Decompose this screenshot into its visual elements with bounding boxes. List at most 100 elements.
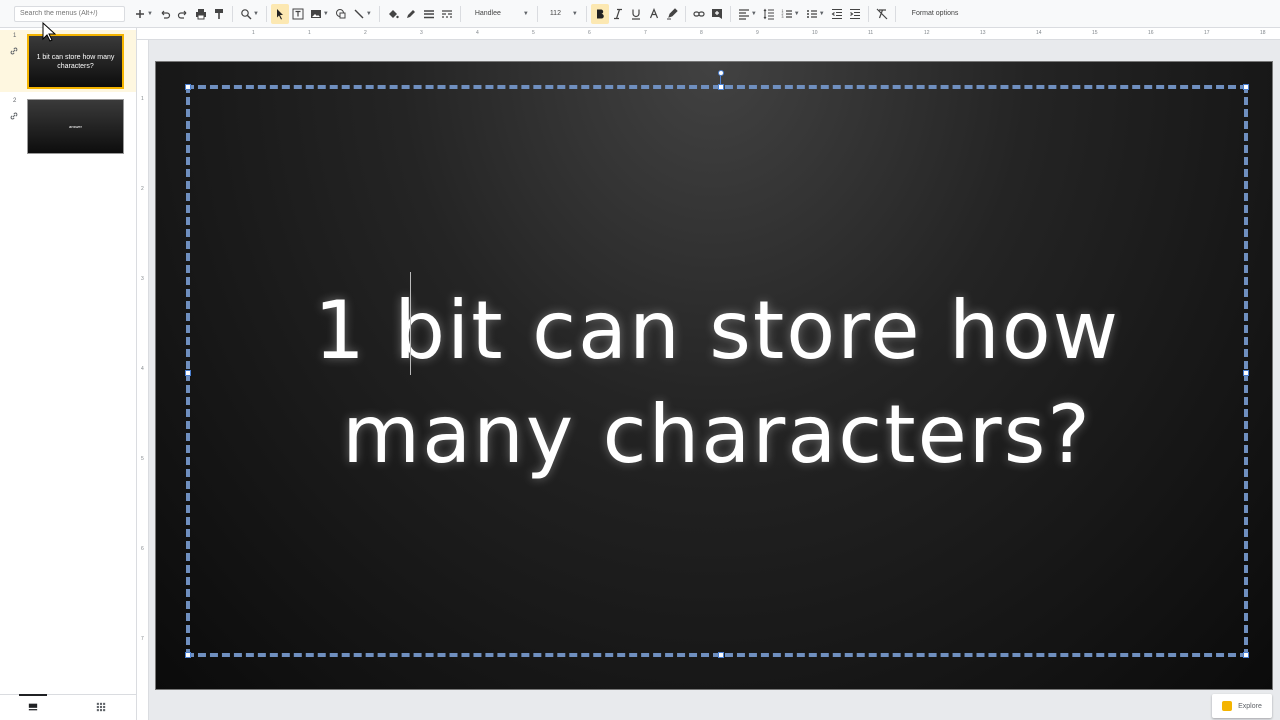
chevron-down-icon: ▼ [818, 10, 825, 17]
ruler-tick-label: 3 [141, 276, 144, 282]
ruler-tick-label: 1 [252, 30, 255, 36]
decrease-indent-icon [831, 8, 842, 19]
ruler-tick-label: 12 [924, 30, 930, 36]
resize-handle-bottom-left[interactable] [185, 652, 191, 658]
decrease-indent-button[interactable] [828, 4, 846, 24]
bulleted-list-button[interactable]: ▼ [803, 4, 828, 24]
increase-indent-button[interactable] [846, 4, 864, 24]
slide-thumbnail-2[interactable]: 2 answer [0, 95, 136, 157]
slide-canvas-area: 112345678910111213141516171819 1234567 1… [137, 28, 1280, 720]
text-box-button[interactable] [289, 4, 307, 24]
explore-button[interactable]: Explore [1212, 694, 1272, 718]
border-weight-icon [423, 9, 434, 18]
resize-handle-bottom-right[interactable] [1243, 652, 1249, 658]
paint-roller-icon [214, 8, 223, 19]
highlight-color-button[interactable] [663, 4, 681, 24]
svg-text:3: 3 [781, 15, 783, 19]
slide-canvas[interactable]: 1 bit can store how many characters? [155, 61, 1273, 690]
ruler-tick-label: 1 [141, 96, 144, 102]
select-tool-button[interactable] [270, 3, 289, 24]
ruler-tick-label: 4 [476, 30, 479, 36]
undo-button[interactable] [156, 4, 174, 24]
ruler-tick-label: 5 [532, 30, 535, 36]
ruler-tick-label: 5 [141, 456, 144, 462]
underline-button[interactable] [627, 4, 645, 24]
line-spacing-icon [763, 8, 774, 19]
insert-image-button[interactable]: ▼ [307, 4, 332, 24]
insert-comment-button[interactable] [708, 4, 726, 24]
chevron-down-icon: ▼ [522, 10, 529, 17]
ruler-tick-label: 6 [141, 546, 144, 552]
ruler-tick-label: 9 [756, 30, 759, 36]
text-color-button[interactable] [645, 4, 663, 24]
link-icon [10, 112, 18, 120]
pencil-icon [406, 9, 415, 18]
zoom-button[interactable]: ▼ [237, 4, 262, 24]
ruler-tick-label: 4 [141, 366, 144, 372]
toolbar-divider [684, 5, 686, 22]
insert-link-button[interactable] [690, 4, 708, 24]
plus-icon [136, 9, 144, 18]
filmstrip-view-icon [28, 703, 38, 711]
bold-button[interactable] [590, 3, 609, 24]
ruler-tick-label: 2 [364, 30, 367, 36]
redo-button[interactable] [174, 4, 192, 24]
ruler-tick-label: 17 [1204, 30, 1210, 36]
underline-icon [631, 9, 640, 20]
format-options-button[interactable]: Format options [912, 10, 959, 17]
resize-handle-bottom[interactable] [718, 652, 724, 658]
resize-handle-top-left[interactable] [185, 84, 191, 90]
chevron-down-icon: ▼ [571, 10, 578, 17]
font-size-dropdown[interactable]: 112 ▼ [542, 4, 582, 24]
slide-title-text[interactable]: 1 bit can store how many characters? [190, 279, 1244, 487]
fill-color-button[interactable] [384, 4, 402, 24]
horizontal-ruler[interactable]: 112345678910111213141516171819 [137, 28, 1280, 40]
explore-label: Explore [1238, 702, 1262, 710]
grid-view-button[interactable] [93, 699, 109, 715]
zoom-icon [241, 8, 252, 19]
print-button[interactable] [192, 4, 210, 24]
border-color-button[interactable] [402, 4, 420, 24]
toolbar-divider [459, 5, 461, 22]
slides-editor: ▼ ▼ ▼ ▼ Handlee▼ 112▼ ▼ 123▼ ▼ [0, 0, 1280, 720]
toolbar-divider [894, 5, 896, 22]
paint-bucket-icon [388, 9, 399, 18]
toolbar-divider [536, 5, 538, 22]
line-button[interactable]: ▼ [350, 4, 375, 24]
vertical-ruler[interactable]: 1 2 3 4 5 6 7 [137, 40, 149, 720]
shape-button[interactable] [332, 4, 350, 24]
chevron-down-icon: ▼ [252, 10, 259, 17]
toolbar-divider [729, 5, 731, 22]
resize-handle-top[interactable] [718, 84, 724, 90]
chevron-down-icon: ▼ [322, 10, 329, 17]
chevron-down-icon: ▼ [750, 10, 757, 17]
italic-button[interactable] [609, 4, 627, 24]
ruler-tick-label: 13 [980, 30, 986, 36]
font-family-dropdown[interactable]: Handlee ▼ [465, 4, 533, 24]
comment-add-icon [711, 8, 722, 19]
ruler-tick-label: 7 [141, 636, 144, 642]
paint-format-button[interactable] [210, 4, 228, 24]
rotate-handle[interactable] [718, 70, 724, 76]
slide-thumbnail-1[interactable]: 1 1 bit can store how many characters? [0, 30, 136, 92]
slide-filmstrip: 1 1 bit can store how many characters? 2… [0, 28, 137, 720]
numbered-list-button[interactable]: 1 2 3 ▼ [778, 4, 803, 24]
ruler-tick-label: 8 [700, 30, 703, 36]
border-dash-button[interactable] [438, 4, 456, 24]
chevron-down-icon: ▼ [365, 10, 372, 17]
title-text-box[interactable]: 1 bit can store how many characters? [185, 70, 1249, 658]
filmstrip-view-button[interactable] [19, 694, 47, 715]
print-icon [195, 8, 206, 19]
menu-search-input[interactable] [14, 5, 125, 22]
slide-preview: answer [27, 99, 124, 154]
border-weight-button[interactable] [420, 4, 438, 24]
new-slide-button[interactable]: ▼ [131, 4, 156, 24]
ruler-tick-label: 6 [588, 30, 591, 36]
view-switcher [0, 694, 136, 720]
line-spacing-button[interactable] [760, 4, 778, 24]
resize-handle-top-right[interactable] [1243, 84, 1249, 90]
align-button[interactable]: ▼ [735, 4, 760, 24]
explore-icon [1222, 701, 1233, 711]
ruler-tick-label: 7 [644, 30, 647, 36]
clear-formatting-button[interactable] [873, 4, 891, 24]
